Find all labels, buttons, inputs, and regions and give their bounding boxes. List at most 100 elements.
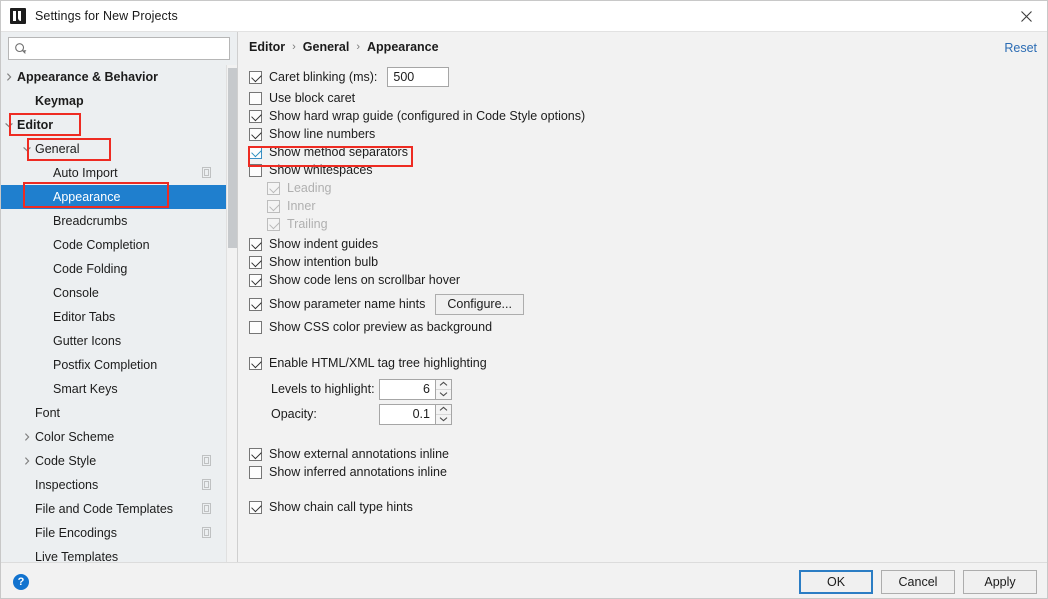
- caret-blinking-input[interactable]: [387, 67, 450, 87]
- option-chain-call-type-hints[interactable]: Show chain call type hints: [249, 498, 1039, 516]
- sidebar-item-file-encodings[interactable]: File Encodings: [1, 521, 226, 545]
- checkbox[interactable]: [249, 127, 262, 141]
- option-label: Inner: [287, 199, 316, 213]
- help-icon[interactable]: ?: [13, 574, 29, 590]
- option-show-intention-bulb[interactable]: Show intention bulb: [249, 253, 1039, 271]
- field-opacity: Opacity:: [271, 403, 1039, 425]
- html-tag-tree-highlighting-checkbox[interactable]: [249, 356, 262, 370]
- sidebar-item-editor[interactable]: Editor: [1, 113, 226, 137]
- chevron-down-icon[interactable]: [21, 143, 33, 155]
- checkbox[interactable]: [249, 163, 262, 177]
- inferred-annotations-checkbox[interactable]: [249, 465, 262, 479]
- sidebar-item-appearance-behavior[interactable]: Appearance & Behavior: [1, 65, 226, 89]
- sidebar-item-file-and-code-templates[interactable]: File and Code Templates: [1, 497, 226, 521]
- option-show-indent-guides[interactable]: Show indent guides: [249, 235, 1039, 253]
- sidebar-item-editor-tabs[interactable]: Editor Tabs: [1, 305, 226, 329]
- sidebar-item-auto-import[interactable]: Auto Import: [1, 161, 226, 185]
- sidebar-scrollbar-thumb[interactable]: [228, 68, 237, 248]
- sidebar-item-appearance[interactable]: Appearance: [1, 185, 226, 209]
- option-caret-blinking[interactable]: Caret blinking (ms):: [249, 65, 1039, 89]
- opacity-spinner-up-button[interactable]: [436, 404, 451, 415]
- css-color-preview-label: Show CSS color preview as background: [269, 320, 493, 334]
- checkbox-options: Use block caret Show hard wrap guide (con…: [249, 89, 1039, 289]
- option-use-block-caret[interactable]: Use block caret: [249, 89, 1039, 107]
- sidebar-item-smart-keys[interactable]: Smart Keys: [1, 377, 226, 401]
- sidebar-item-keymap[interactable]: Keymap: [1, 89, 226, 113]
- configure-button[interactable]: Configure...: [435, 293, 524, 315]
- css-color-preview-checkbox[interactable]: [249, 320, 262, 334]
- sidebar-item-live-templates[interactable]: Live Templates: [1, 545, 226, 562]
- sidebar-item-label: Appearance & Behavior: [17, 70, 159, 84]
- reset-link[interactable]: Reset: [1004, 41, 1037, 55]
- checkbox[interactable]: [249, 273, 262, 287]
- sidebar-item-label: Font: [35, 406, 61, 420]
- sidebar-item-code-style[interactable]: Code Style: [1, 449, 226, 473]
- sidebar-item-inspections[interactable]: Inspections: [1, 473, 226, 497]
- checkbox[interactable]: [249, 145, 262, 159]
- opacity-input[interactable]: [379, 403, 435, 425]
- levels-spinner-up-button[interactable]: [436, 379, 451, 390]
- option-inferred-annotations[interactable]: Show inferred annotations inline: [249, 463, 1039, 481]
- sidebar-item-label: File Encodings: [35, 526, 117, 540]
- chevron-down-icon: [439, 392, 448, 397]
- chain-call-type-hints-checkbox[interactable]: [249, 500, 262, 514]
- sidebar-item-color-scheme[interactable]: Color Scheme: [1, 425, 226, 449]
- sidebar-item-label: Editor: [17, 118, 54, 132]
- option-css-color-preview[interactable]: Show CSS color preview as background: [249, 318, 1039, 336]
- sidebar-item-label: Live Templates: [35, 550, 119, 562]
- levels-to-highlight-spinner[interactable]: [379, 378, 452, 400]
- checkbox[interactable]: [249, 91, 262, 105]
- caret-blinking-checkbox[interactable]: [249, 70, 262, 84]
- field-levels-to-highlight: Levels to highlight:: [271, 378, 1039, 400]
- option-label: Show line numbers: [269, 127, 376, 141]
- sidebar-item-postfix-completion[interactable]: Postfix Completion: [1, 353, 226, 377]
- checkbox[interactable]: [249, 237, 262, 251]
- sidebar-scrollbar-track[interactable]: [226, 65, 237, 562]
- sidebar-item-code-folding[interactable]: Code Folding: [1, 257, 226, 281]
- intellij-idea-logo-icon: [10, 8, 26, 24]
- chevron-right-icon[interactable]: [21, 455, 33, 467]
- opacity-spinner[interactable]: [379, 403, 452, 425]
- option-external-annotations[interactable]: Show external annotations inline: [249, 445, 1039, 463]
- cancel-button[interactable]: Cancel: [881, 570, 955, 594]
- parameter-name-hints-checkbox[interactable]: [249, 297, 262, 311]
- option-html-tag-tree-highlighting[interactable]: Enable HTML/XML tag tree highlighting: [249, 354, 1039, 372]
- external-annotations-label: Show external annotations inline: [269, 447, 449, 461]
- close-button[interactable]: [1004, 1, 1047, 32]
- sidebar-item-console[interactable]: Console: [1, 281, 226, 305]
- checkbox[interactable]: [249, 255, 262, 269]
- chevron-down-icon[interactable]: [3, 119, 15, 131]
- sidebar-item-label: Code Style: [35, 454, 97, 468]
- option-show-whitespaces[interactable]: Show whitespaces: [249, 161, 1039, 179]
- option-leading[interactable]: Leading: [267, 179, 1039, 197]
- search-box[interactable]: [8, 37, 230, 60]
- option-show-method-separators[interactable]: Show method separators: [249, 143, 1039, 161]
- levels-to-highlight-input[interactable]: [379, 378, 435, 400]
- checkbox[interactable]: [249, 109, 262, 123]
- sidebar: Appearance & Behavior Keymap Editor General…: [1, 32, 238, 562]
- breadcrumb-separator-1: ›: [356, 41, 361, 53]
- option-trailing[interactable]: Trailing: [267, 215, 1039, 233]
- option-show-line-numbers[interactable]: Show line numbers: [249, 125, 1039, 143]
- apply-button[interactable]: Apply: [963, 570, 1037, 594]
- levels-spinner-down-button[interactable]: [436, 389, 451, 399]
- option-show-code-lens-on-scrollbar-hover[interactable]: Show code lens on scrollbar hover: [249, 271, 1039, 289]
- external-annotations-checkbox[interactable]: [249, 447, 262, 461]
- caret-blinking-label: Caret blinking (ms):: [269, 70, 378, 84]
- option-inner[interactable]: Inner: [267, 197, 1039, 215]
- sidebar-item-gutter-icons[interactable]: Gutter Icons: [1, 329, 226, 353]
- option-label: Show intention bulb: [269, 255, 379, 269]
- chevron-right-icon[interactable]: [3, 71, 15, 83]
- opacity-spinner-down-button[interactable]: [436, 414, 451, 424]
- chevron-right-icon[interactable]: [21, 431, 33, 443]
- sidebar-item-general[interactable]: General: [1, 137, 226, 161]
- option-parameter-name-hints[interactable]: Show parameter name hints Configure...: [249, 293, 1039, 315]
- sidebar-item-font[interactable]: Font: [1, 401, 226, 425]
- option-label: Trailing: [287, 217, 328, 231]
- sidebar-item-label: Code Completion: [53, 238, 150, 252]
- ok-button[interactable]: OK: [799, 570, 873, 594]
- search-input[interactable]: [31, 41, 221, 56]
- option-show-hard-wrap-guide-configured-in-code-style-options[interactable]: Show hard wrap guide (configured in Code…: [249, 107, 1039, 125]
- sidebar-item-breadcrumbs[interactable]: Breadcrumbs: [1, 209, 226, 233]
- sidebar-item-code-completion[interactable]: Code Completion: [1, 233, 226, 257]
